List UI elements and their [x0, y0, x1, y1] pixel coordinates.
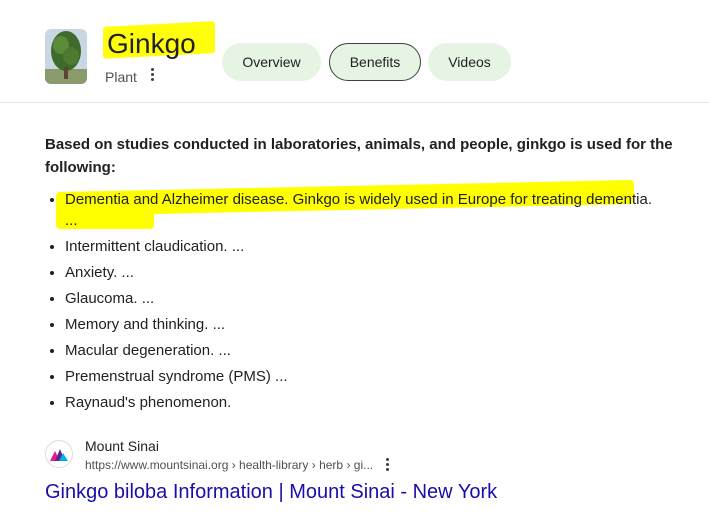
- mount-sinai-logo-icon[interactable]: [45, 440, 73, 468]
- result-options-icon[interactable]: [383, 457, 391, 473]
- tab-videos[interactable]: Videos: [428, 43, 511, 81]
- list-item: Glaucoma. ...: [65, 288, 665, 309]
- search-result-page: Ginkgo Plant Overview Benefits Videos Ba…: [0, 0, 709, 517]
- benefits-list: Dementia and Alzheimer disease. Ginkgo i…: [45, 189, 665, 418]
- list-item: Intermittent claudication. ...: [65, 236, 665, 257]
- list-item: Memory and thinking. ...: [65, 314, 665, 335]
- more-options-icon[interactable]: [148, 67, 156, 83]
- list-item: Macular degeneration. ...: [65, 340, 665, 361]
- benefits-intro: Based on studies conducted in laboratori…: [45, 136, 673, 176]
- result-title-link[interactable]: Ginkgo biloba Information | Mount Sinai …: [45, 481, 497, 504]
- page-title: Ginkgo: [107, 28, 196, 59]
- list-item: Anxiety. ...: [65, 262, 665, 283]
- ginkgo-thumbnail[interactable]: [45, 29, 87, 84]
- list-item: Dementia and Alzheimer disease. Ginkgo i…: [65, 189, 665, 231]
- source-site-name[interactable]: Mount Sinai: [85, 438, 159, 454]
- list-item: Raynaud's phenomenon.: [65, 392, 665, 413]
- source-url[interactable]: https://www.mountsinai.org › health-libr…: [85, 458, 373, 472]
- tab-overview[interactable]: Overview: [222, 43, 321, 81]
- list-item: Premenstrual syndrome (PMS) ...: [65, 366, 665, 387]
- header-divider: [0, 102, 709, 103]
- tab-benefits[interactable]: Benefits: [329, 43, 421, 81]
- entity-type-label: Plant: [105, 69, 137, 85]
